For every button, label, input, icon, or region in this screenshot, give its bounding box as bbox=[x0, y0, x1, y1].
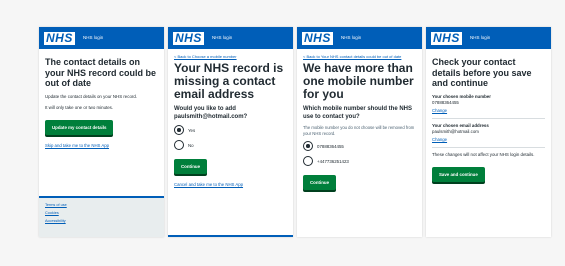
radio-label: No bbox=[188, 142, 194, 148]
question-text: Which mobile number should the NHS use t… bbox=[303, 106, 413, 120]
radio-button-selected[interactable] bbox=[303, 141, 313, 151]
save-and-continue-button[interactable]: Save and continue bbox=[432, 166, 485, 182]
nhs-logo[interactable]: NHS bbox=[431, 32, 462, 45]
radio-option-mobile-1[interactable]: 07888364455 bbox=[303, 141, 416, 151]
radio-option-yes[interactable]: Yes bbox=[174, 125, 287, 135]
header-bar: NHS NHS login bbox=[39, 27, 164, 49]
screen-check-details: NHS NHS login Check your contact details… bbox=[426, 27, 551, 237]
service-name: NHS login bbox=[212, 35, 233, 40]
footer-link-cookies[interactable]: Cookies bbox=[45, 211, 158, 216]
email-value: paulsmith@hotmail.com bbox=[432, 128, 479, 134]
page-title: Your NHS record is missing a contact ema… bbox=[174, 61, 284, 101]
divider bbox=[432, 117, 545, 119]
continue-button[interactable]: Continue bbox=[303, 175, 337, 190]
screen-update-prompt: NHS NHS login The contact details on you… bbox=[39, 27, 164, 237]
radio-label: +447736251423 bbox=[317, 158, 349, 164]
page-title: Check your contact details before you sa… bbox=[432, 57, 532, 88]
radio-button-selected[interactable] bbox=[174, 125, 184, 135]
radio-option-mobile-2[interactable]: +447736251423 bbox=[303, 156, 416, 166]
radio-label: 07888364455 bbox=[317, 143, 344, 149]
radio-button[interactable] bbox=[303, 156, 313, 166]
header-bar: NHS NHS login bbox=[426, 27, 551, 49]
page-title: We have more than one mobile number for … bbox=[303, 61, 414, 101]
nhs-logo[interactable]: NHS bbox=[302, 32, 333, 45]
bottom-rule bbox=[168, 235, 293, 237]
nhs-logo[interactable]: NHS bbox=[173, 32, 204, 45]
mobile-value: 07888364455 bbox=[432, 99, 459, 105]
header-bar: NHS NHS login bbox=[168, 27, 293, 49]
note-text: These changes will not affect your NHS l… bbox=[432, 151, 535, 157]
change-mobile-link[interactable]: Change bbox=[432, 108, 545, 114]
header-bar: NHS NHS login bbox=[297, 27, 422, 49]
radio-button[interactable] bbox=[174, 140, 184, 150]
radio-label: Yes bbox=[188, 127, 196, 133]
screen-choose-mobile: NHS NHS login < Back to Your NHS contact… bbox=[297, 27, 422, 237]
radio-option-no[interactable]: No bbox=[174, 140, 287, 150]
service-name: NHS login bbox=[83, 35, 104, 40]
service-name: NHS login bbox=[470, 35, 491, 40]
footer: Terms of use Cookies Accessibility bbox=[39, 196, 164, 237]
skip-link[interactable]: Skip and take me to the NHS App bbox=[45, 143, 158, 149]
screen-missing-email: NHS NHS login < Back to Choose a mobile … bbox=[168, 27, 293, 237]
body-text: Update the contact details on your NHS r… bbox=[45, 93, 138, 99]
cancel-link[interactable]: Cancel and take me to the NHS App bbox=[174, 182, 287, 188]
service-name: NHS login bbox=[341, 35, 362, 40]
nhs-logo[interactable]: NHS bbox=[44, 32, 75, 45]
change-email-link[interactable]: Change bbox=[432, 137, 545, 143]
back-link[interactable]: < Back to Choose a mobile number bbox=[174, 54, 287, 59]
page-title: The contact details on your NHS record c… bbox=[45, 57, 157, 88]
back-link[interactable]: < Back to Your NHS contact details could… bbox=[303, 54, 416, 59]
footer-link-terms[interactable]: Terms of use bbox=[45, 203, 158, 208]
question-text: Would you like to add paulsmith@hotmail.… bbox=[174, 106, 248, 120]
hint-text: The mobile number you do not choose will… bbox=[303, 125, 415, 136]
update-contact-details-button[interactable]: Update my contact details bbox=[45, 119, 114, 135]
continue-button[interactable]: Continue bbox=[174, 159, 208, 174]
footer-link-accessibility[interactable]: Accessibility bbox=[45, 219, 158, 224]
body-text: It will only take one or two minutes. bbox=[45, 104, 114, 110]
divider bbox=[432, 146, 545, 148]
